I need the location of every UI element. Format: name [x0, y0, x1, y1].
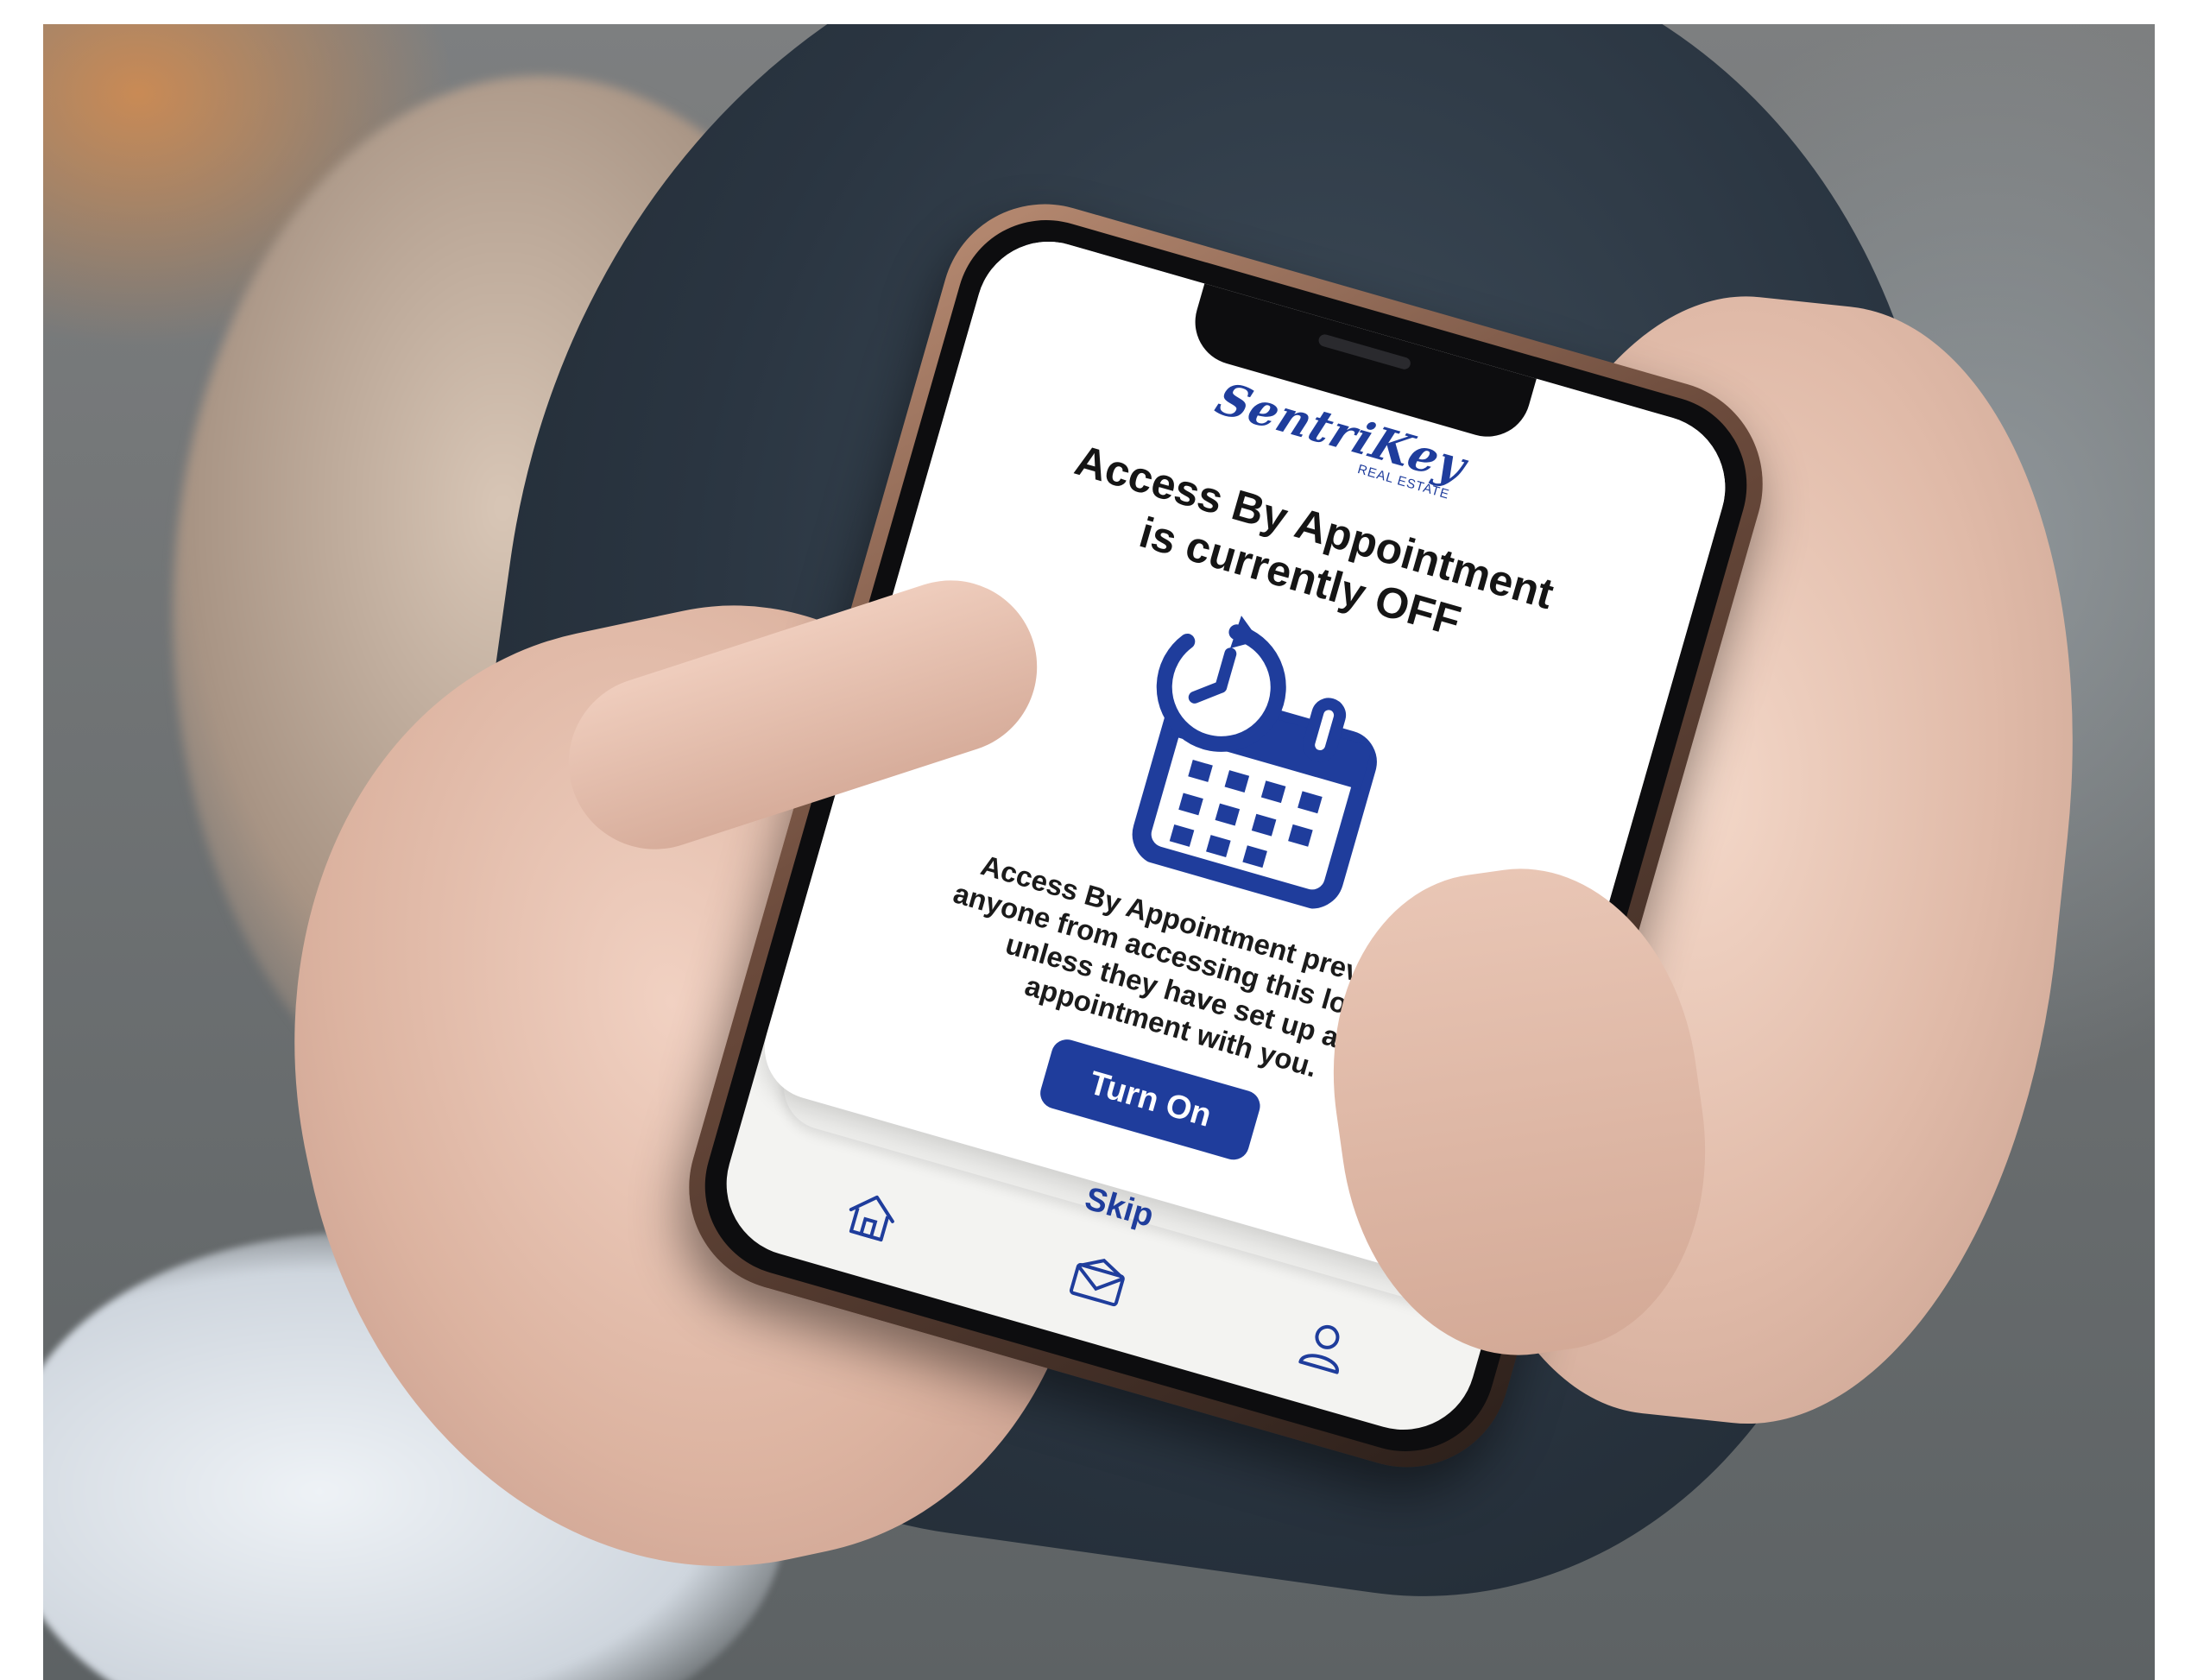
home-icon[interactable] — [834, 1179, 909, 1254]
mail-icon[interactable] — [1061, 1244, 1136, 1319]
background-photo: SentriKey REAL ESTATE Access By Appointm… — [43, 24, 2155, 1680]
calendar-clock-icon — [1132, 616, 1377, 909]
profile-icon[interactable] — [1287, 1309, 1362, 1384]
earpiece-speaker — [1316, 332, 1412, 371]
